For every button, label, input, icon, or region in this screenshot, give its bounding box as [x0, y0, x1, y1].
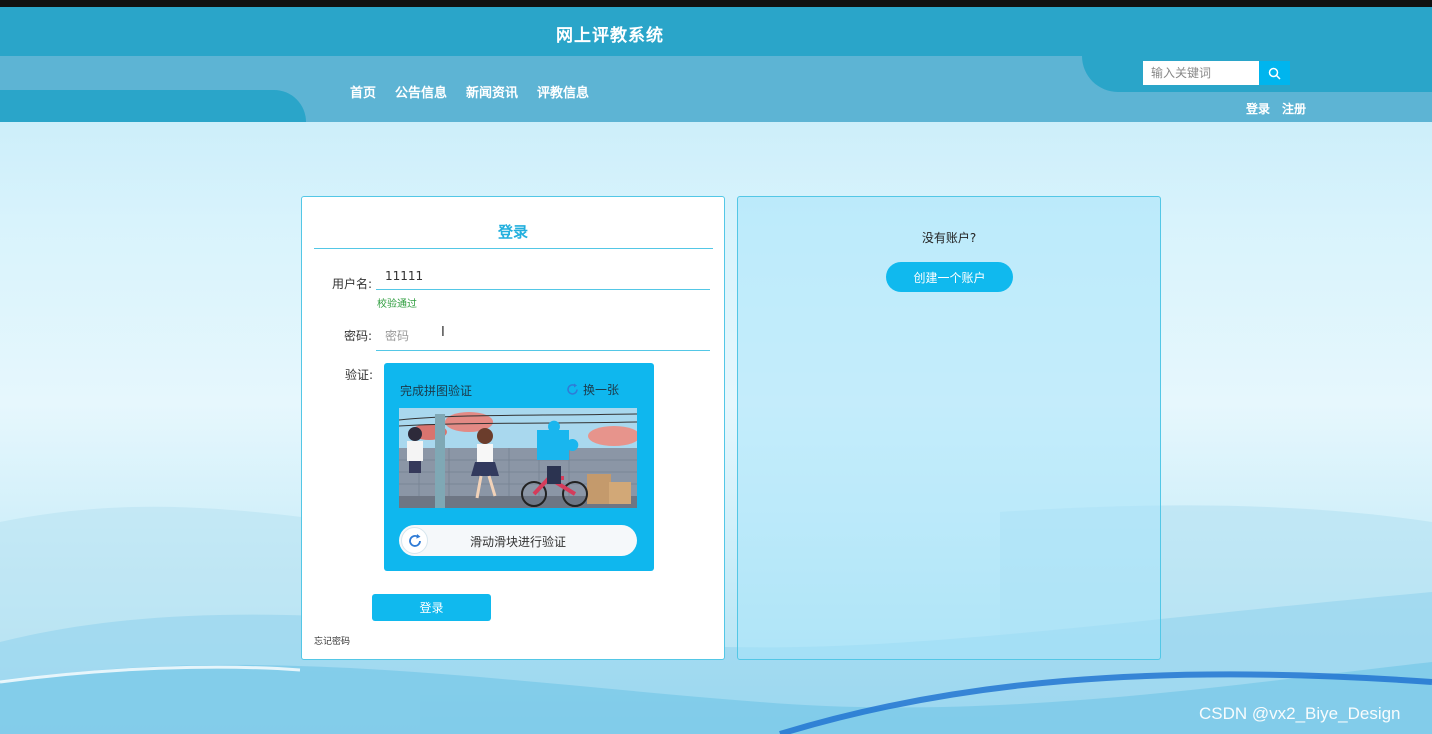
captcha-label: 验证:	[345, 368, 374, 382]
nav-left-decoration	[0, 90, 306, 122]
title-divider	[314, 248, 713, 249]
password-field[interactable]	[376, 321, 710, 351]
auth-links: 登录 注册	[1246, 100, 1306, 117]
header-band	[0, 7, 1432, 56]
slider-instruction: 滑动滑块进行验证	[469, 535, 566, 549]
register-card: 没有账户? 创建一个账户	[737, 196, 1161, 660]
captcha-refresh-button[interactable]: 换一张	[566, 381, 619, 398]
main-nav: 首页 公告信息 新闻资讯 评教信息	[350, 82, 589, 101]
login-title: 登录	[497, 223, 528, 241]
captcha-slider-handle[interactable]	[401, 527, 428, 554]
captcha-refresh-label: 换一张	[583, 383, 620, 397]
login-submit-button[interactable]: 登录	[372, 594, 491, 621]
search-input[interactable]	[1143, 61, 1259, 85]
create-account-button[interactable]: 创建一个账户	[886, 262, 1013, 292]
captcha-slider-track[interactable]: 滑动滑块进行验证	[399, 525, 637, 556]
forgot-password-link[interactable]: 忘记密码	[314, 634, 350, 647]
username-field[interactable]	[376, 263, 710, 290]
search-icon	[1268, 67, 1281, 80]
header-register-link[interactable]: 注册	[1282, 100, 1306, 117]
captcha-image	[399, 408, 637, 508]
search-button[interactable]	[1259, 61, 1290, 85]
username-valid-message: 校验通过	[377, 299, 417, 310]
header-login-link[interactable]: 登录	[1246, 100, 1270, 117]
text-cursor-icon: I	[441, 325, 445, 340]
site-title: 网上评教系统	[556, 26, 664, 46]
no-account-text: 没有账户?	[921, 231, 977, 245]
nav-item-home[interactable]: 首页	[350, 82, 376, 101]
nav-item-evaluation[interactable]: 评教信息	[537, 82, 589, 101]
nav-item-news[interactable]: 新闻资讯	[466, 82, 518, 101]
username-label: 用户名:	[332, 277, 373, 291]
watermark-text: CSDN @vx2_Biye_Design	[1199, 704, 1401, 723]
refresh-icon	[567, 383, 578, 395]
nav-item-announcements[interactable]: 公告信息	[395, 82, 447, 101]
password-label: 密码:	[344, 329, 373, 343]
puzzle-captcha: 完成拼图验证 换一张 滑动滑块进行验证	[384, 363, 654, 571]
refresh-arrow-icon	[408, 533, 421, 547]
login-card: 登录 用户名: 校验通过 密码: I 验证: 完成拼图验证 换一张	[301, 196, 725, 660]
top-edge-bar	[0, 0, 1432, 7]
captcha-tip: 完成拼图验证	[400, 384, 473, 398]
